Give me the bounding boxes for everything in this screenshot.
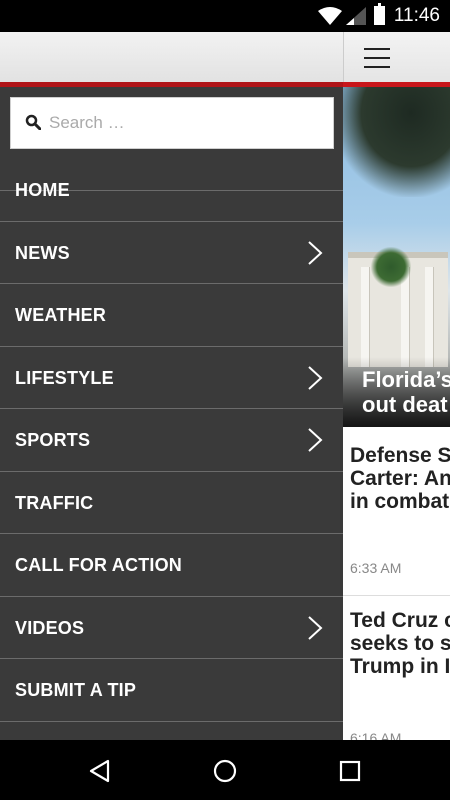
menu-item-home[interactable]: HOME — [0, 159, 343, 222]
menu-item-weather[interactable]: WEATHER — [0, 284, 343, 347]
battery-icon — [374, 3, 385, 25]
building-column — [361, 267, 369, 367]
search-input[interactable] — [49, 106, 319, 140]
story-headline[interactable]: Defense S Carter: An in combat — [350, 444, 450, 513]
story-divider — [343, 595, 450, 596]
palm-tree — [371, 247, 411, 287]
back-icon[interactable] — [86, 757, 114, 785]
menu-item-videos[interactable]: VIDEOS — [0, 597, 343, 659]
story-time: 6:33 AM — [350, 560, 402, 576]
system-nav-bar — [0, 740, 450, 800]
story-time: 6:16 AM — [350, 730, 402, 740]
signal-icon — [346, 7, 366, 25]
recents-icon[interactable] — [336, 757, 364, 785]
search-icon — [25, 114, 41, 130]
menu-item-sports[interactable]: SPORTS — [0, 409, 343, 472]
menu-item-call-for-action[interactable]: CALL FOR ACTION — [0, 534, 343, 597]
app-header — [343, 32, 450, 82]
navigation-drawer: HOME NEWS WEATHER LIFESTYLE SPORTS TRAFF… — [0, 32, 343, 740]
hamburger-menu-icon[interactable] — [364, 48, 390, 68]
wifi-icon — [318, 7, 342, 25]
menu-item-traffic[interactable]: TRAFFIC — [0, 472, 343, 534]
menu-item-label: VIDEOS — [15, 617, 85, 638]
menu-item-label: NEWS — [15, 242, 70, 263]
menu-item-label: TRAFFIC — [15, 492, 94, 513]
building-column — [425, 267, 433, 367]
drawer-header — [0, 32, 343, 82]
status-time: 11:46 — [393, 5, 440, 26]
menu-item-submit-a-tip[interactable]: SUBMIT A TIP — [0, 659, 343, 722]
menu-item-label: WEATHER — [15, 305, 107, 325]
search-box[interactable] — [10, 97, 334, 149]
chevron-right-icon[interactable] — [305, 240, 325, 266]
chevron-right-icon[interactable] — [305, 427, 325, 453]
menu-item-label: SUBMIT A TIP — [15, 680, 137, 700]
menu-item-label: HOME — [15, 180, 70, 200]
menu-item-news[interactable]: NEWS — [0, 222, 343, 284]
chevron-right-icon[interactable] — [305, 615, 325, 641]
menu-item-label: CALL FOR ACTION — [15, 555, 182, 575]
menu-item-label: SPORTS — [15, 430, 91, 450]
drawer-menu: HOME NEWS WEATHER LIFESTYLE SPORTS TRAFF… — [0, 159, 343, 722]
status-bar: 11:46 — [0, 0, 450, 32]
hero-headline[interactable]: Florida’s out deat — [362, 367, 450, 417]
chevron-right-icon[interactable] — [305, 365, 325, 391]
menu-item-label: LIFESTYLE — [15, 367, 114, 388]
article-feed: Florida’s out deat Defense S Carter: An … — [343, 32, 450, 740]
story-headline[interactable]: Ted Cruz c seeks to s Trump in I — [350, 609, 450, 678]
menu-item-lifestyle[interactable]: LIFESTYLE — [0, 347, 343, 409]
home-icon[interactable] — [211, 757, 239, 785]
tree-foliage — [343, 87, 450, 197]
